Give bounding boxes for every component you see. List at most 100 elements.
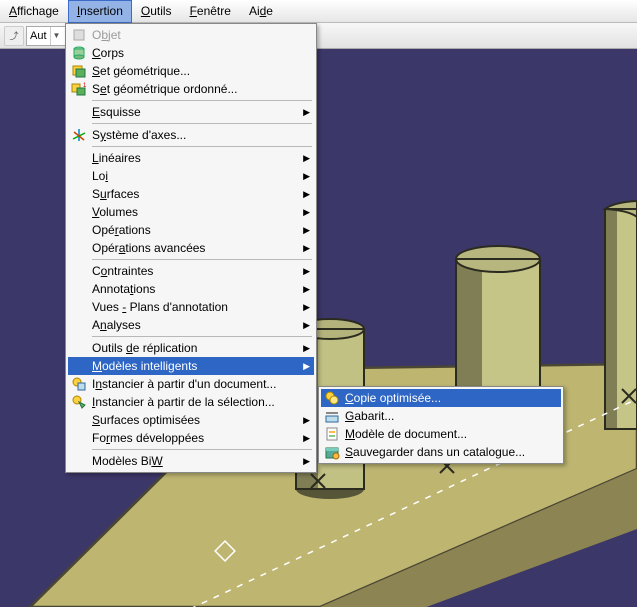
menu-item-1[interactable]: Corps [68, 44, 314, 62]
submenu-arrow-icon: ▶ [303, 433, 310, 444]
submenu-arrow-icon: ▶ [303, 415, 310, 426]
blank-icon [70, 299, 88, 315]
insertion-dropdown: Objet Corps Set géométrique... 1 Set géométr… [65, 23, 317, 473]
modeldoc-icon [323, 426, 341, 442]
submenu-item-1[interactable]: Gabarit... [321, 407, 561, 425]
menu-item-7[interactable]: Système d'axes... [68, 126, 314, 144]
menu-separator [92, 123, 312, 124]
menu-item-label: Modèles intelligents [92, 359, 303, 373]
menu-item-11[interactable]: Surfaces▶ [68, 185, 314, 203]
menu-item-label: Système d'axes... [92, 128, 310, 142]
blank-icon [70, 317, 88, 333]
submenu-arrow-icon: ▶ [303, 153, 310, 164]
menu-item-16[interactable]: Contraintes▶ [68, 262, 314, 280]
submenu-arrow-icon: ▶ [303, 343, 310, 354]
submenu-item-label: Copie optimisée... [345, 391, 557, 405]
submenu-item-2[interactable]: Modèle de document... [321, 425, 561, 443]
cyl-3 [605, 201, 637, 429]
submenu-item-0[interactable]: Copie optimisée... [321, 389, 561, 407]
menu-aide[interactable]: Aide [240, 0, 282, 23]
corps-icon [70, 45, 88, 61]
submenu-item-label: Sauvegarder dans un catalogue... [345, 445, 557, 459]
toolbar-combo-value: Aut [30, 30, 47, 42]
menu-item-label: Outils de réplication [92, 341, 303, 355]
menu-outils[interactable]: Outils [132, 0, 181, 23]
toolbar-arrow-icon: ⤴︎ [9, 29, 18, 42]
gabarit-icon [323, 408, 341, 424]
submenu-arrow-icon: ▶ [303, 243, 310, 254]
menu-item-0: Objet [68, 26, 314, 44]
menu-item-22[interactable]: Modèles intelligents▶ [68, 357, 314, 375]
menu-fenetre[interactable]: Fenêtre [181, 0, 240, 23]
blank-icon [70, 150, 88, 166]
menu-separator [92, 259, 312, 260]
menu-item-19[interactable]: Analyses▶ [68, 316, 314, 334]
menu-item-5[interactable]: Esquisse▶ [68, 103, 314, 121]
menu-item-26[interactable]: Formes développées▶ [68, 429, 314, 447]
blank-icon [70, 168, 88, 184]
menu-item-label: Analyses [92, 318, 303, 332]
menu-item-label: Linéaires [92, 151, 303, 165]
menu-item-label: Contraintes [92, 264, 303, 278]
instsel-icon [70, 394, 88, 410]
submenu-arrow-icon: ▶ [303, 302, 310, 313]
menu-item-23[interactable]: Instancier à partir d'un document... [68, 375, 314, 393]
menu-item-label: Surfaces [92, 187, 303, 201]
menu-item-14[interactable]: Opérations avancées▶ [68, 239, 314, 257]
menu-item-18[interactable]: Vues - Plans d'annotation▶ [68, 298, 314, 316]
menu-item-label: Set géométrique ordonné... [92, 82, 310, 96]
menu-item-label: Opérations [92, 223, 303, 237]
blank-icon [70, 240, 88, 256]
submenu-arrow-icon: ▶ [303, 456, 310, 467]
menu-item-label: Surfaces optimisées [92, 413, 303, 427]
menu-separator [92, 449, 312, 450]
menu-item-label: Set géométrique... [92, 64, 310, 78]
blank-icon [70, 412, 88, 428]
instdoc-icon [70, 376, 88, 392]
toolbar-combo-1[interactable]: Aut ▼ [26, 26, 68, 46]
menu-item-label: Instancier à partir de la sélection... [92, 395, 310, 409]
menu-item-25[interactable]: Surfaces optimisées▶ [68, 411, 314, 429]
menu-item-9[interactable]: Linéaires▶ [68, 149, 314, 167]
blank-icon [70, 340, 88, 356]
submenu-arrow-icon: ▶ [303, 361, 310, 372]
menu-item-label: Opérations avancées [92, 241, 303, 255]
blank-icon [70, 222, 88, 238]
menu-item-label: Corps [92, 46, 310, 60]
toolbar-button-1[interactable]: ⤴︎ [4, 26, 24, 46]
menu-item-17[interactable]: Annotations▶ [68, 280, 314, 298]
menu-item-label: Annotations [92, 282, 303, 296]
menu-separator [92, 100, 312, 101]
setgeoord-icon: 1 [70, 81, 88, 97]
submenu-arrow-icon: ▶ [303, 107, 310, 118]
menu-item-21[interactable]: Outils de réplication▶ [68, 339, 314, 357]
submenu-arrow-icon: ▶ [303, 189, 310, 200]
menu-affichage[interactable]: Affichage [0, 0, 68, 23]
menu-item-10[interactable]: Loi▶ [68, 167, 314, 185]
blank-icon [70, 358, 88, 374]
submenu-arrow-icon: ▶ [303, 284, 310, 295]
menu-item-label: Objet [92, 28, 310, 42]
menu-insertion[interactable]: Insertion [68, 0, 132, 23]
menu-item-label: Esquisse [92, 105, 303, 119]
menu-item-13[interactable]: Opérations▶ [68, 221, 314, 239]
menu-item-label: Vues - Plans d'annotation [92, 300, 303, 314]
blank-icon [70, 430, 88, 446]
menu-item-3[interactable]: 1 Set géométrique ordonné... [68, 80, 314, 98]
submenu-item-3[interactable]: Sauvegarder dans un catalogue... [321, 443, 561, 461]
modeles-intelligents-submenu: Copie optimisée... Gabarit... Modèle de do… [318, 386, 564, 464]
menu-item-24[interactable]: Instancier à partir de la sélection... [68, 393, 314, 411]
axes-icon [70, 127, 88, 143]
menu-item-label: Instancier à partir d'un document... [92, 377, 310, 391]
menu-item-label: Formes développées [92, 431, 303, 445]
blank-icon [70, 186, 88, 202]
menu-item-28[interactable]: Modèles BiW▶ [68, 452, 314, 470]
menu-item-12[interactable]: Volumes▶ [68, 203, 314, 221]
menu-item-label: Modèles BiW [92, 454, 303, 468]
menu-item-label: Loi [92, 169, 303, 183]
blank-icon [70, 281, 88, 297]
setgeo-icon [70, 63, 88, 79]
menu-item-2[interactable]: Set géométrique... [68, 62, 314, 80]
blank-icon [70, 453, 88, 469]
submenu-item-label: Modèle de document... [345, 427, 557, 441]
